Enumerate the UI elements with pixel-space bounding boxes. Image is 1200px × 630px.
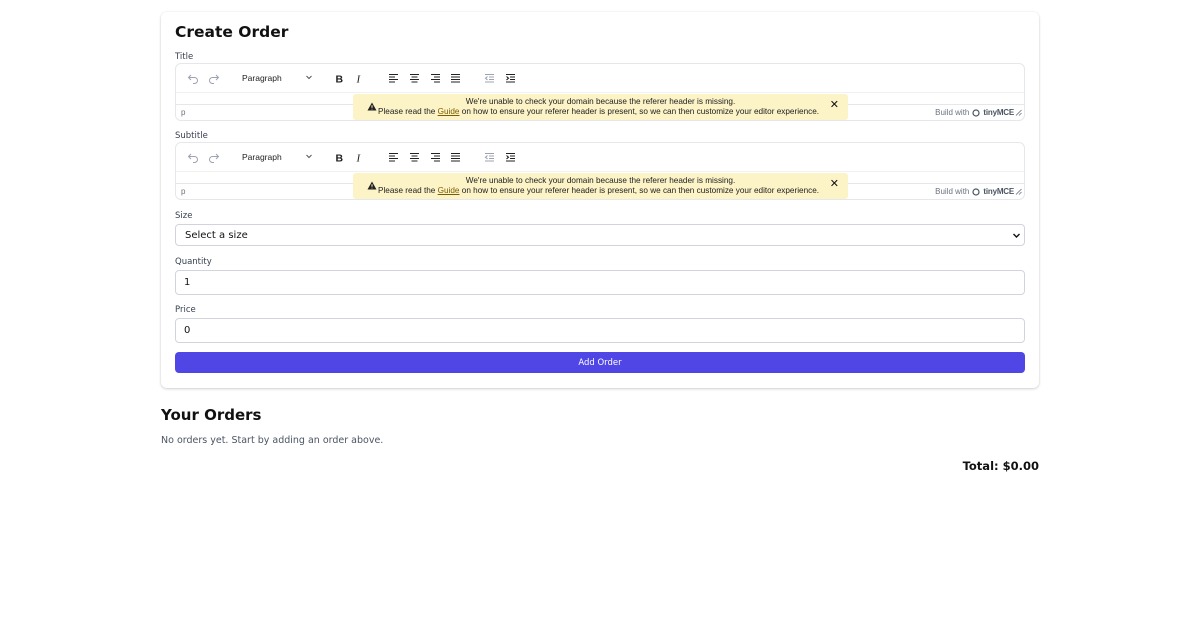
chevron-down-icon	[305, 73, 313, 83]
notice-line-2: Please read the Guide on how to ensure y…	[378, 107, 819, 117]
undo-icon[interactable]	[186, 71, 200, 85]
block-format-dropdown[interactable]: Paragraph	[239, 70, 315, 86]
notice-line-1: We're unable to check your domain becaus…	[465, 176, 736, 185]
indent-icon[interactable]	[503, 150, 517, 164]
brand-name: tinyMCE	[983, 187, 1014, 196]
block-format-label: Paragraph	[242, 73, 282, 83]
domain-warning-notice: We're unable to check your domain becaus…	[353, 173, 848, 199]
guide-link[interactable]: Guide	[438, 107, 460, 116]
element-path[interactable]: p	[181, 108, 185, 117]
svg-text:I: I	[356, 73, 362, 84]
align-justify-icon[interactable]	[448, 150, 462, 164]
tinymce-branding[interactable]: Build with tinyMCE	[935, 187, 1014, 196]
tinymce-logo-icon	[972, 187, 980, 196]
create-order-card: Create Order Title Paragraph B I p Build…	[161, 12, 1039, 388]
close-icon[interactable]: ✕	[830, 179, 839, 190]
size-label: Size	[175, 211, 193, 221]
outdent-icon[interactable]	[482, 150, 496, 164]
align-right-icon[interactable]	[428, 150, 442, 164]
resize-handle-icon[interactable]	[1015, 188, 1022, 197]
editor-toolbar: Paragraph B I	[176, 143, 1024, 171]
svg-text:B: B	[336, 152, 344, 163]
block-format-dropdown[interactable]: Paragraph	[239, 149, 315, 165]
editor-toolbar: Paragraph B I	[176, 64, 1024, 92]
size-select[interactable]: Select a size	[175, 224, 1025, 246]
italic-icon[interactable]: I	[352, 71, 366, 85]
align-right-icon[interactable]	[428, 71, 442, 85]
tinymce-branding[interactable]: Build with tinyMCE	[935, 108, 1014, 117]
align-center-icon[interactable]	[407, 150, 421, 164]
notice-suffix: on how to ensure your referer header is …	[461, 186, 820, 195]
italic-icon[interactable]: I	[352, 150, 366, 164]
brand-prefix: Build with	[935, 187, 970, 196]
indent-icon[interactable]	[503, 71, 517, 85]
tinymce-logo-icon	[972, 108, 980, 117]
svg-text:B: B	[336, 73, 344, 84]
notice-line-2: Please read the Guide on how to ensure y…	[378, 186, 819, 196]
quantity-value: 1	[184, 277, 191, 288]
align-left-icon[interactable]	[386, 150, 400, 164]
redo-icon[interactable]	[207, 150, 221, 164]
element-path[interactable]: p	[181, 187, 185, 196]
align-left-icon[interactable]	[386, 71, 400, 85]
block-format-label: Paragraph	[242, 152, 282, 162]
orders-heading: Your Orders	[161, 406, 262, 424]
size-select-value: Select a size	[185, 229, 248, 241]
align-center-icon[interactable]	[407, 71, 421, 85]
redo-icon[interactable]	[207, 71, 221, 85]
price-label: Price	[175, 305, 196, 315]
page-title: Create Order	[175, 23, 289, 41]
bold-icon[interactable]: B	[332, 71, 346, 85]
notice-suffix: on how to ensure your referer header is …	[461, 107, 820, 116]
close-icon[interactable]: ✕	[830, 100, 839, 111]
title-editor[interactable]: Paragraph B I p Build with tinyMCE We're…	[175, 63, 1025, 121]
notice-prefix: Please read the	[378, 186, 436, 195]
price-input[interactable]: 0	[175, 318, 1025, 343]
quantity-label: Quantity	[175, 257, 212, 267]
quantity-input[interactable]: 1	[175, 270, 1025, 295]
price-value: 0	[184, 325, 191, 336]
chevron-down-icon	[1012, 231, 1021, 243]
brand-name: tinyMCE	[983, 108, 1014, 117]
resize-handle-icon[interactable]	[1015, 109, 1022, 118]
orders-total: Total: $0.00	[962, 459, 1039, 473]
add-order-button[interactable]: Add Order	[175, 352, 1025, 373]
subtitle-editor[interactable]: Paragraph B I p Build with tinyMCE We're…	[175, 142, 1025, 200]
domain-warning-notice: We're unable to check your domain becaus…	[353, 94, 848, 120]
undo-icon[interactable]	[186, 150, 200, 164]
notice-line-1: We're unable to check your domain becaus…	[465, 97, 736, 106]
chevron-down-icon	[305, 152, 313, 162]
orders-empty-message: No orders yet. Start by adding an order …	[161, 435, 384, 446]
notice-prefix: Please read the	[378, 107, 436, 116]
subtitle-label: Subtitle	[175, 131, 208, 141]
svg-text:I: I	[356, 152, 362, 163]
guide-link[interactable]: Guide	[438, 186, 460, 195]
bold-icon[interactable]: B	[332, 150, 346, 164]
brand-prefix: Build with	[935, 108, 970, 117]
outdent-icon[interactable]	[482, 71, 496, 85]
title-label: Title	[175, 52, 194, 62]
align-justify-icon[interactable]	[448, 71, 462, 85]
